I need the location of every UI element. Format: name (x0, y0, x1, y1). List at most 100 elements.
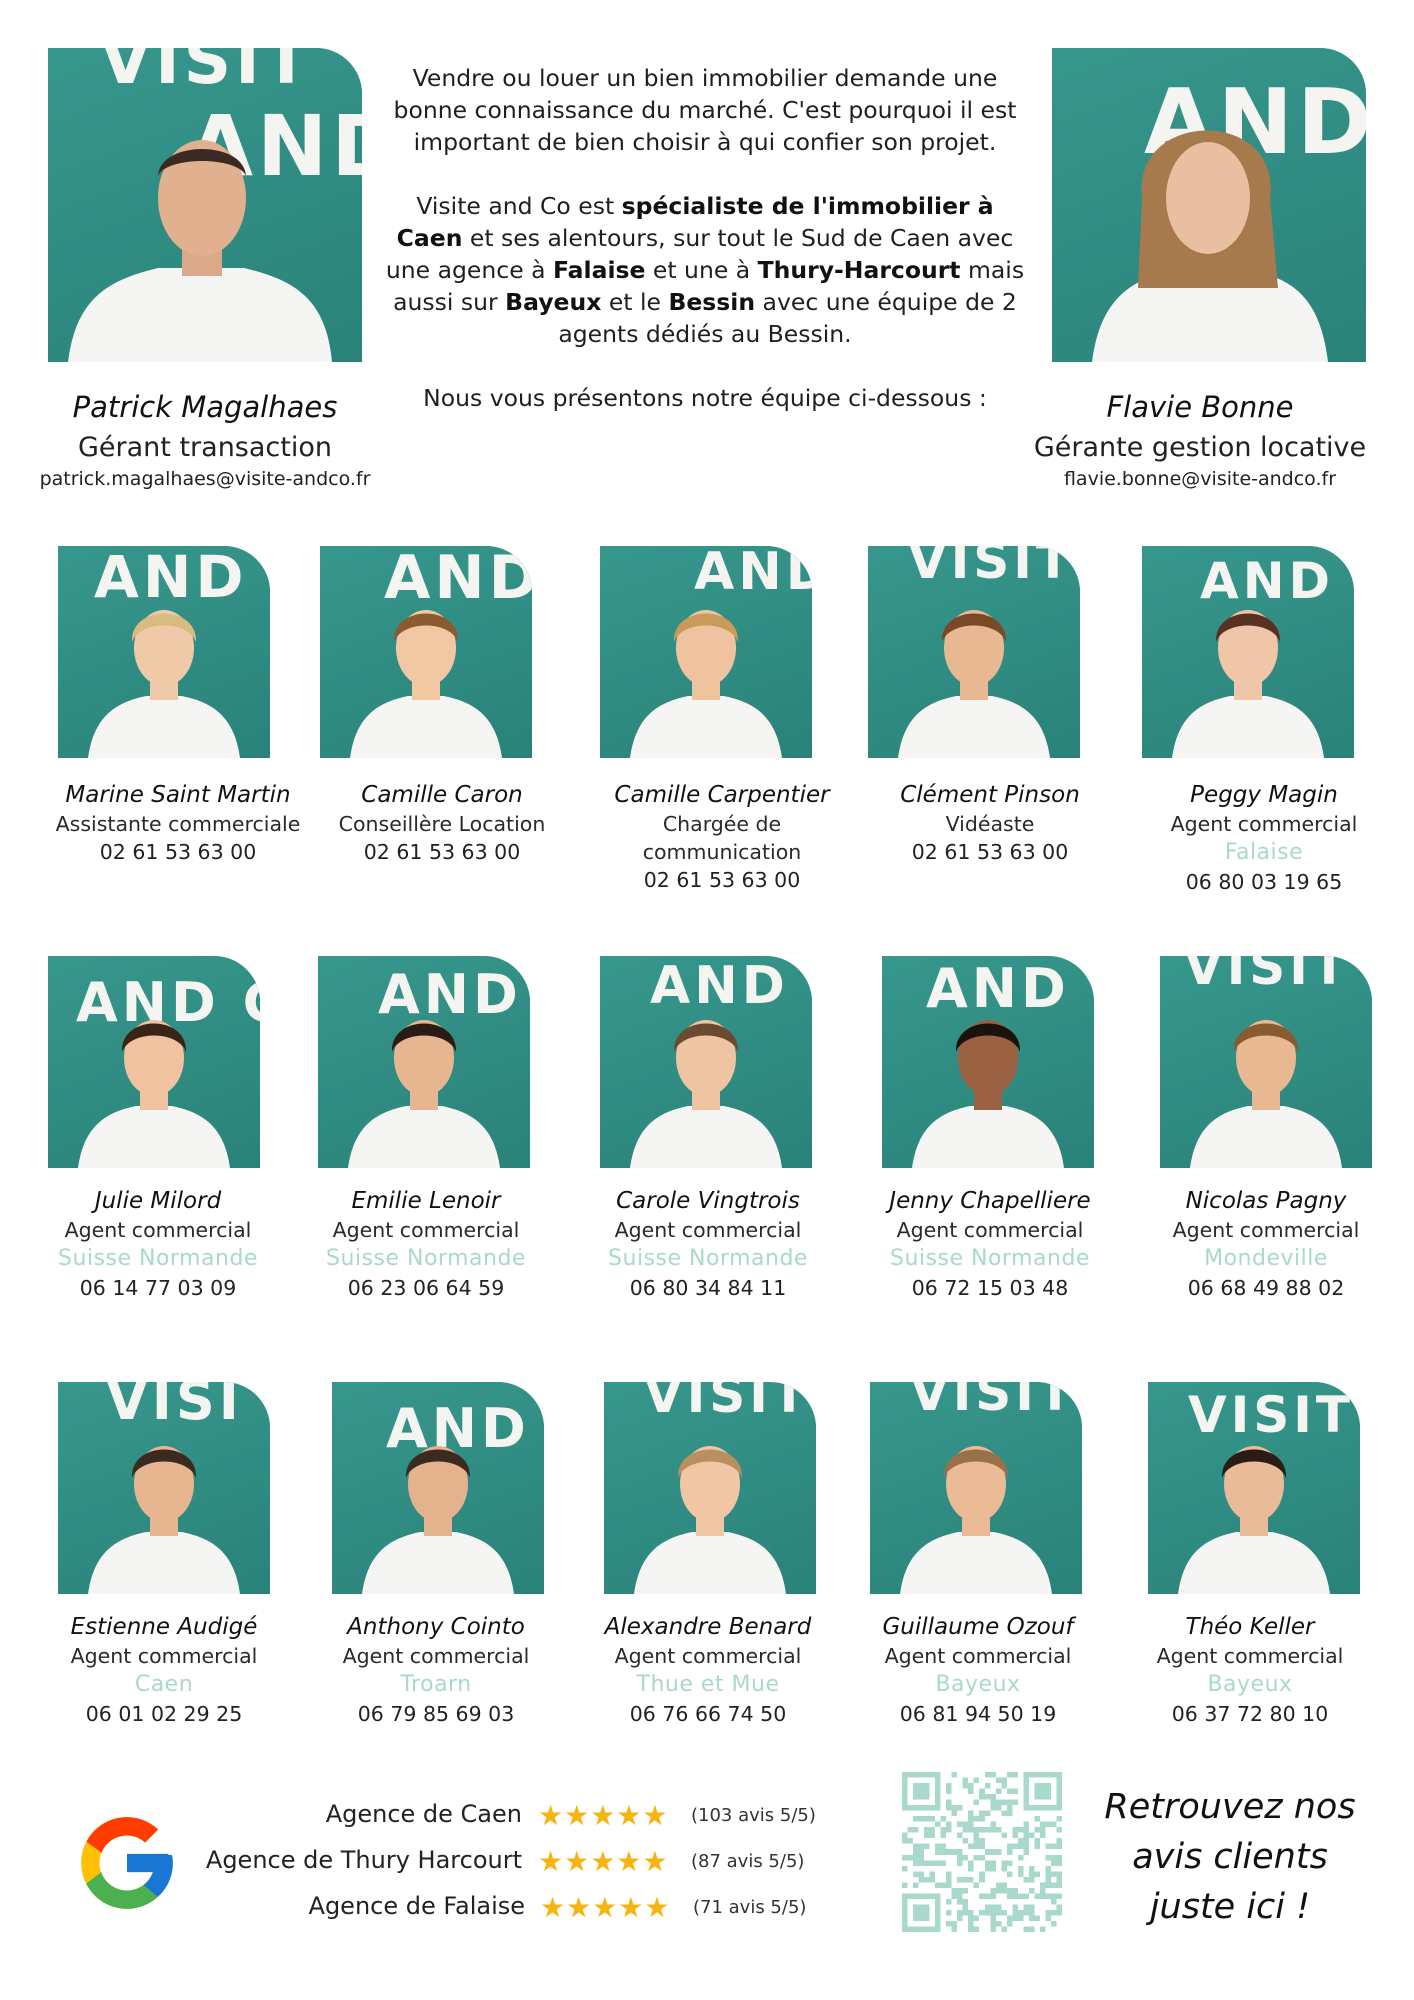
person-silhouette (1190, 1020, 1342, 1168)
member-phone[interactable]: 06 23 06 64 59 (296, 1274, 556, 1302)
team-member-card: Anthony Cointo Agent commercial Troarn 06 7… (306, 1612, 566, 1728)
member-name: Alexandre Benard (604, 1614, 812, 1640)
member-phone[interactable]: 02 61 53 63 00 (592, 866, 852, 894)
team-photo: AND (332, 1382, 544, 1594)
team-photo: VISIT (1160, 956, 1372, 1168)
person-silhouette (1092, 130, 1328, 362)
intro-paragraph: Vendre ou louer un bien immobilier deman… (393, 64, 1017, 156)
team-photo: VISIT (870, 1382, 1082, 1594)
person-silhouette (1178, 1446, 1330, 1594)
member-phone[interactable]: 06 80 34 84 11 (578, 1274, 838, 1302)
team-member-card: Théo Keller Agent commercial Bayeux 06 37 7… (1120, 1612, 1380, 1728)
team-member-card: Peggy Magin Agent commercial Falaise 06 80 … (1134, 780, 1394, 896)
team-member-card: Alexandre Benard Agent commercial Thue et … (578, 1612, 838, 1728)
person-silhouette (900, 1446, 1052, 1594)
person-silhouette (88, 1446, 240, 1594)
qr-code[interactable] (902, 1772, 1062, 1932)
team-photo: VISIT (604, 1382, 816, 1594)
manager-name: Flavie Bonne (1106, 390, 1294, 424)
team-photo: AND C (882, 956, 1094, 1168)
member-location: Thue et Mue (636, 1672, 780, 1697)
intro-text: Vendre ou louer un bien immobilier deman… (385, 62, 1025, 446)
member-phone[interactable]: 06 68 49 88 02 (1136, 1274, 1396, 1302)
member-name: Anthony Cointo (347, 1614, 525, 1640)
member-phone[interactable]: 06 14 77 03 09 (28, 1274, 288, 1302)
review-row-caen: Agence de Caen (200, 1800, 522, 1836)
member-name: Emilie Lenoir (351, 1188, 501, 1214)
agency-name: Agence de Thury Harcourt (205, 1846, 522, 1874)
member-phone[interactable]: 06 37 72 80 10 (1120, 1700, 1380, 1728)
member-role: Agent commercial (1172, 1218, 1360, 1242)
person-silhouette (88, 610, 240, 758)
team-member-card: Emilie Lenoir Agent commercial Suisse Norm… (296, 1186, 556, 1302)
team-member-card: Clément Pinson Vidéaste 02 61 53 63 00 (860, 780, 1120, 866)
five-stars-icon: ★★★★★ (538, 1799, 669, 1832)
member-phone[interactable]: 02 61 53 63 00 (312, 838, 572, 866)
team-member-card: Estienne Audigé Agent commercial Caen 06 01… (34, 1612, 294, 1728)
member-name: Nicolas Pagny (1185, 1188, 1347, 1214)
team-photo: VISIT (868, 546, 1080, 758)
person-silhouette (912, 1020, 1064, 1168)
team-photo: AND (600, 546, 812, 758)
member-role: Assistante commerciale (55, 812, 301, 836)
member-location: Suisse Normande (608, 1246, 808, 1271)
member-role: Vidéaste (945, 812, 1035, 836)
manager-email[interactable]: patrick.magalhaes@visite-andco.fr (20, 468, 390, 490)
manager-email[interactable]: flavie.bonne@visite-andco.fr (1010, 468, 1390, 490)
reviews-call-to-action: Retrouvez nos avis clients juste ici ! (1104, 1787, 1356, 1927)
person-silhouette (630, 1020, 782, 1168)
person-silhouette (898, 610, 1050, 758)
team-photo: AND CO (48, 956, 260, 1168)
person-silhouette (634, 1446, 786, 1594)
member-location: Mondeville (1204, 1246, 1328, 1271)
review-row-thury: Agence de Thury Harcourt (200, 1846, 522, 1882)
member-role: Chargée de communication (642, 812, 802, 864)
team-member-card: Jenny Chapelliere Agent commercial Suisse … (860, 1186, 1120, 1302)
agency-name: Agence de Falaise (308, 1892, 525, 1920)
manager-photo-flavie: AND C (1052, 48, 1366, 362)
member-role: Agent commercial (1170, 812, 1358, 836)
member-role: Agent commercial (614, 1644, 802, 1668)
team-member-card: Carole Vingtrois Agent commercial Suisse N… (578, 1186, 838, 1302)
team-member-card: Camille Caron Conseillère Location 02 61 5… (312, 780, 572, 866)
team-photo: AND CO (600, 956, 812, 1168)
member-role: Agent commercial (884, 1644, 1072, 1668)
member-phone[interactable]: 06 80 03 19 65 (1134, 868, 1394, 896)
member-phone[interactable]: 06 76 66 74 50 (578, 1700, 838, 1728)
person-silhouette (68, 140, 332, 362)
member-phone[interactable]: 06 01 02 29 25 (34, 1700, 294, 1728)
team-photo: VISIT (1148, 1382, 1360, 1594)
member-name: Camille Carpentier (614, 782, 830, 808)
team-photo: AND C (58, 546, 270, 758)
google-g-icon (81, 1817, 173, 1909)
team-member-card: Julie Milord Agent commercial Suisse Norma… (28, 1186, 288, 1302)
team-member-card: Marine Saint Martin Assistante commercial… (48, 780, 308, 866)
review-row-falaise: Agence de Falaise (200, 1892, 525, 1928)
intro-paragraph: Visite and Co est spécialiste de l'immob… (385, 192, 1025, 348)
manager-name: Patrick Magalhaes (72, 390, 338, 424)
manager-role: Gérante gestion locative (1033, 432, 1367, 463)
member-role: Agent commercial (70, 1644, 258, 1668)
review-count: (103 avis 5/5) (691, 1805, 816, 1826)
team-member-card: Guillaume Ozouf Agent commercial Bayeux 06 … (848, 1612, 1108, 1728)
member-phone[interactable]: 06 81 94 50 19 (848, 1700, 1108, 1728)
member-role: Conseillère Location (338, 812, 546, 836)
team-photo: AND CO (1142, 546, 1354, 758)
member-location: Troarn (400, 1672, 472, 1697)
member-location: Suisse Normande (890, 1246, 1090, 1271)
review-count: (87 avis 5/5) (691, 1851, 805, 1872)
person-silhouette (348, 1020, 500, 1168)
member-role: Agent commercial (896, 1218, 1084, 1242)
member-phone[interactable]: 06 72 15 03 48 (860, 1274, 1120, 1302)
team-member-card: Nicolas Pagny Agent commercial Mondeville 0… (1136, 1186, 1396, 1302)
member-role: Agent commercial (1156, 1644, 1344, 1668)
member-phone[interactable]: 02 61 53 63 00 (860, 838, 1120, 866)
member-role: Agent commercial (614, 1218, 802, 1242)
member-role: Agent commercial (64, 1218, 252, 1242)
member-phone[interactable]: 02 61 53 63 00 (48, 838, 308, 866)
member-role: Agent commercial (342, 1644, 530, 1668)
member-location: Bayeux (935, 1672, 1021, 1697)
team-photo: AND C (318, 956, 530, 1168)
member-name: Théo Keller (1185, 1614, 1315, 1640)
member-phone[interactable]: 06 79 85 69 03 (306, 1700, 566, 1728)
